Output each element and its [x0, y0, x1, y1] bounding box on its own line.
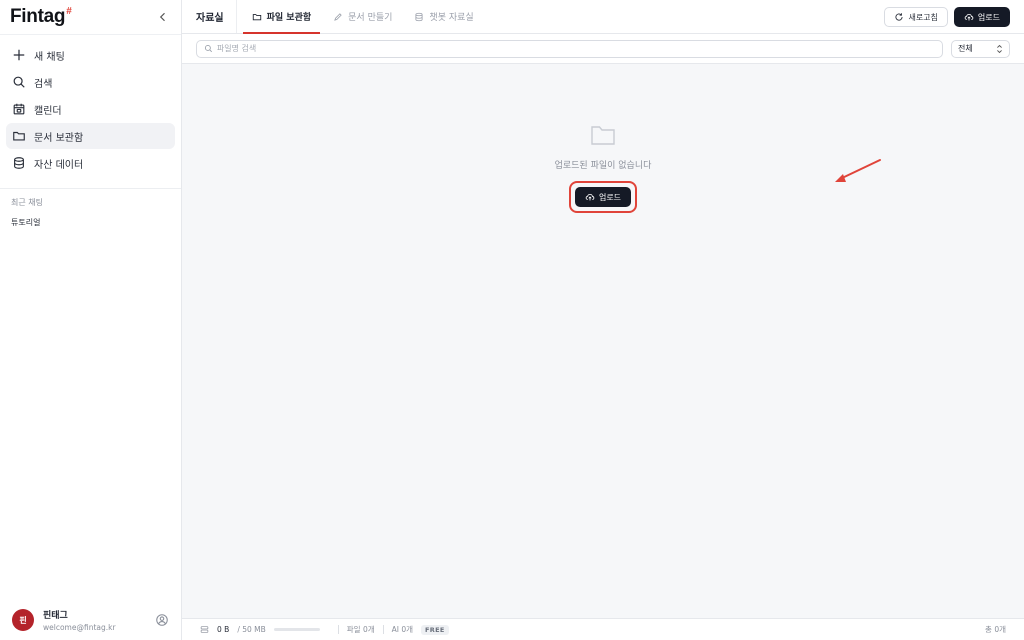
- storage-used: 0 B: [217, 625, 230, 634]
- sidebar-item-search[interactable]: 검색: [6, 69, 175, 95]
- sidebar-item-label: 검색: [34, 78, 53, 90]
- tab-label: 파일 보관함: [266, 13, 312, 23]
- top-actions: 새로고침 업로드: [884, 7, 1010, 27]
- tab-label: 챗봇 자료실: [429, 13, 474, 23]
- storage-progress: [273, 628, 320, 631]
- logo-mark: #: [66, 6, 72, 17]
- main-content: 자료실 파일 보관함 문서 만들기 챗봇 자료실 새로고침 업로드 파일명 검색…: [182, 0, 1024, 640]
- refresh-label: 새로고침: [908, 12, 938, 22]
- cloud-upload-icon: [964, 13, 974, 21]
- search-input[interactable]: [216, 44, 935, 53]
- chevron-left-icon: [159, 12, 165, 22]
- plus-icon: [13, 49, 25, 61]
- sidebar-item-label: 자산 데이터: [34, 159, 84, 171]
- empty-message: 업로드된 파일이 없습니다: [554, 161, 652, 171]
- empty-upload-label: 업로드: [598, 192, 622, 202]
- filter-bar: 전체: [182, 34, 1024, 64]
- recent-chats-label: 최근 채팅: [11, 198, 43, 207]
- storage-icon: [200, 626, 209, 633]
- collapse-sidebar-button[interactable]: [155, 9, 171, 25]
- user-profile: 핀 핀태그 welcome@fintag.kr: [0, 600, 181, 640]
- status-bar: 0 B / 50 MB 파일 0개 AI 0개 FREE 총 0개: [182, 618, 1024, 640]
- refresh-button[interactable]: 새로고침: [884, 7, 948, 27]
- logo[interactable]: Fintag #: [10, 6, 72, 28]
- tab-list: 파일 보관함 문서 만들기 챗봇 자료실: [241, 0, 485, 34]
- app-root: Fintag # 새 채팅 검색 캘린더 문서 보관함 자산 데이터 최근 채팅…: [0, 0, 1024, 640]
- folder-icon: [252, 13, 261, 20]
- sidebar-item-label: 문서 보관함: [34, 132, 84, 144]
- logo-text: Fintag: [10, 6, 66, 27]
- refresh-icon: [895, 13, 904, 21]
- sidebar-item-documents[interactable]: 문서 보관함: [6, 123, 175, 149]
- upload-button[interactable]: 업로드: [953, 7, 1010, 27]
- annotation-arrow-icon: [835, 159, 881, 182]
- plan-badge: FREE: [421, 624, 449, 635]
- search-box: [196, 39, 943, 58]
- filter-select[interactable]: 전체: [951, 39, 1010, 58]
- sidebar-nav: 새 채팅 검색 캘린더 문서 보관함 자산 데이터: [0, 35, 181, 184]
- tab-create-document[interactable]: 문서 만들기: [322, 0, 403, 33]
- divider: [337, 625, 339, 634]
- tab-label: 문서 만들기: [348, 13, 393, 23]
- avatar[interactable]: 핀: [12, 609, 34, 631]
- brand-bar: Fintag #: [0, 0, 181, 34]
- profile-email: welcome@fintag.kr: [43, 623, 116, 632]
- filter-select-value: 전체: [958, 44, 973, 53]
- sidebar-item-asset-data[interactable]: 자산 데이터: [6, 150, 175, 176]
- sidebar-item-label: 캘린더: [34, 105, 62, 117]
- search-icon: [204, 45, 213, 53]
- sidebar-item-calendar[interactable]: 캘린더: [6, 96, 175, 122]
- upload-label: 업로드: [977, 12, 1000, 22]
- divider: [0, 188, 181, 189]
- highlight-circle: 업로드: [568, 181, 638, 213]
- folder-icon: [591, 126, 615, 145]
- sidebar: Fintag # 새 채팅 검색 캘린더 문서 보관함 자산 데이터 최근 채팅…: [0, 0, 182, 640]
- recent-chat-item[interactable]: 튜토리얼: [0, 217, 181, 231]
- chevron-up-down-icon: [997, 44, 1002, 53]
- divider: [382, 625, 384, 634]
- sidebar-item-label: 새 채팅: [34, 51, 65, 63]
- empty-state: 업로드된 파일이 없습니다 업로드: [182, 124, 1024, 213]
- sidebar-item-new-chat[interactable]: 새 채팅: [6, 42, 175, 68]
- calendar-icon: [13, 103, 25, 115]
- pencil-icon: [334, 12, 342, 21]
- storage-quota: / 50 MB: [237, 625, 266, 634]
- profile-text: 핀태그 welcome@fintag.kr: [43, 608, 155, 632]
- tab-file-storage[interactable]: 파일 보관함: [241, 0, 323, 34]
- search-icon: [13, 76, 25, 88]
- file-count: 파일 0개: [346, 625, 375, 634]
- cloud-upload-icon: [585, 193, 595, 201]
- top-bar: 자료실 파일 보관함 문서 만들기 챗봇 자료실 새로고침 업로드: [182, 0, 1024, 34]
- ai-count: AI 0개: [391, 625, 414, 634]
- tab-chatbot-library[interactable]: 챗봇 자료실: [403, 0, 484, 33]
- total-count: 총 0개: [985, 625, 1006, 634]
- user-settings-icon[interactable]: [155, 613, 169, 627]
- profile-name: 핀태그: [43, 611, 68, 621]
- folder-icon: [13, 131, 25, 141]
- database-icon: [14, 157, 24, 169]
- database-icon: [415, 12, 423, 21]
- page-title: 자료실: [196, 0, 237, 33]
- empty-upload-button[interactable]: 업로드: [574, 187, 632, 207]
